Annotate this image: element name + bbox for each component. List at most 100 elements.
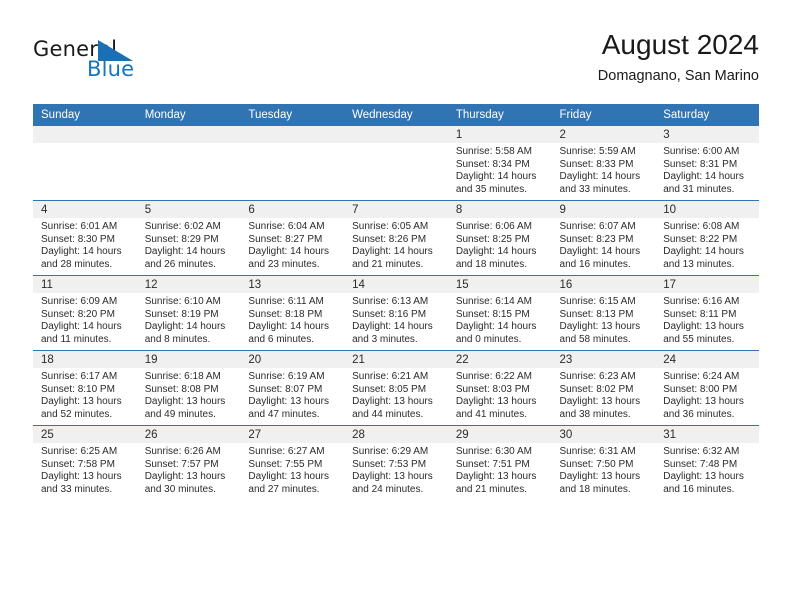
calendar-day-cell-empty	[136, 126, 241, 201]
calendar-day-cell[interactable]: 15 Sunrise: 6:14 AM Sunset: 8:15 PM Dayligh…	[447, 275, 552, 351]
day-number	[344, 126, 448, 143]
sunset-time: Sunset: 8:07 PM	[248, 383, 323, 395]
calendar-day-cell[interactable]: 9 Sunrise: 6:07 AM Sunset: 8:23 PM Daylight…	[551, 200, 656, 276]
day-cell-inner: 14 Sunrise: 6:13 AM Sunset: 8:16 PM Dayligh…	[344, 276, 448, 350]
calendar-day-cell[interactable]: 1 Sunrise: 5:58 AM Sunset: 8:34 PM Daylight…	[447, 126, 552, 201]
daylight-duration-line2: and 33 minutes.	[559, 183, 631, 195]
calendar-day-cell[interactable]: 22 Sunrise: 6:22 AM Sunset: 8:03 PM Dayligh…	[447, 350, 552, 426]
daylight-duration-line1: Daylight: 13 hours	[455, 471, 537, 483]
calendar-day-cell[interactable]: 11 Sunrise: 6:09 AM Sunset: 8:20 PM Dayligh…	[33, 275, 137, 351]
calendar-day-cell[interactable]: 26 Sunrise: 6:26 AM Sunset: 7:57 PM Dayligh…	[136, 425, 241, 500]
day-number: 10	[655, 201, 759, 218]
sunset-time: Sunset: 8:08 PM	[144, 383, 219, 395]
calendar-day-cell[interactable]: 2 Sunrise: 5:59 AM Sunset: 8:33 PM Daylight…	[551, 126, 656, 201]
sunrise-time: Sunrise: 6:18 AM	[144, 371, 221, 382]
calendar-day-cell[interactable]: 17 Sunrise: 6:16 AM Sunset: 8:11 PM Dayligh…	[655, 275, 759, 351]
calendar-day-cell[interactable]: 29 Sunrise: 6:30 AM Sunset: 7:51 PM Dayligh…	[447, 425, 552, 500]
day-cell-inner: 29 Sunrise: 6:30 AM Sunset: 7:51 PM Dayligh…	[447, 426, 552, 500]
sunset-time: Sunset: 8:31 PM	[663, 158, 738, 170]
daylight-duration-line2: and 11 minutes.	[41, 333, 112, 345]
daylight-duration-line1: Daylight: 14 hours	[144, 321, 226, 333]
sunset-time: Sunset: 7:57 PM	[144, 458, 219, 470]
weekday-header-thursday: Thursday	[447, 104, 552, 126]
daylight-duration-line2: and 0 minutes.	[455, 333, 522, 345]
sunset-time: Sunset: 8:29 PM	[144, 233, 219, 245]
sunset-time: Sunset: 7:58 PM	[41, 458, 115, 470]
day-number	[33, 126, 137, 143]
daylight-duration-line2: and 26 minutes.	[144, 258, 216, 270]
day-number: 2	[551, 126, 656, 143]
sunrise-time: Sunrise: 6:15 AM	[559, 296, 636, 307]
day-number: 26	[136, 426, 241, 443]
day-cell-inner: 30 Sunrise: 6:31 AM Sunset: 7:50 PM Dayligh…	[551, 426, 656, 500]
day-cell-inner: 1 Sunrise: 5:58 AM Sunset: 8:34 PM Daylight…	[447, 126, 552, 200]
calendar-day-cell[interactable]: 6 Sunrise: 6:04 AM Sunset: 8:27 PM Daylight…	[240, 200, 345, 276]
day-number: 3	[655, 126, 759, 143]
sunset-time: Sunset: 8:34 PM	[455, 158, 530, 170]
calendar-day-cell[interactable]: 30 Sunrise: 6:31 AM Sunset: 7:50 PM Dayligh…	[551, 425, 656, 500]
title-block: August 2024 Domagnano, San Marino	[598, 28, 759, 86]
calendar-day-cell[interactable]: 14 Sunrise: 6:13 AM Sunset: 8:16 PM Dayligh…	[344, 275, 448, 351]
calendar-day-cell[interactable]: 21 Sunrise: 6:21 AM Sunset: 8:05 PM Dayligh…	[344, 350, 448, 426]
daylight-duration-line2: and 38 minutes.	[559, 408, 631, 420]
day-cell-inner: 6 Sunrise: 6:04 AM Sunset: 8:27 PM Daylight…	[240, 201, 345, 275]
daylight-duration-line1: Daylight: 14 hours	[248, 321, 330, 333]
calendar-day-cell[interactable]: 18 Sunrise: 6:17 AM Sunset: 8:10 PM Dayligh…	[33, 350, 137, 426]
daylight-duration-line1: Daylight: 14 hours	[352, 246, 433, 258]
sunrise-time: Sunrise: 6:31 AM	[559, 446, 636, 457]
calendar-day-cell[interactable]: 20 Sunrise: 6:19 AM Sunset: 8:07 PM Dayligh…	[240, 350, 345, 426]
calendar-week-row: 25 Sunrise: 6:25 AM Sunset: 7:58 PM Dayligh…	[33, 425, 759, 500]
day-cell-details: Sunrise: 6:07 AM Sunset: 8:23 PM Daylight:…	[552, 218, 656, 271]
day-cell-details: Sunrise: 6:17 AM Sunset: 8:10 PM Daylight:…	[33, 368, 137, 421]
day-cell-details: Sunrise: 6:29 AM Sunset: 7:53 PM Daylight:…	[344, 443, 448, 496]
calendar-day-cell[interactable]: 13 Sunrise: 6:11 AM Sunset: 8:18 PM Dayligh…	[240, 275, 345, 351]
day-number: 28	[344, 426, 448, 443]
weekday-header-saturday: Saturday	[655, 104, 759, 126]
daylight-duration-line2: and 27 minutes.	[248, 483, 320, 495]
day-cell-inner: 25 Sunrise: 6:25 AM Sunset: 7:58 PM Dayligh…	[33, 426, 137, 500]
calendar-day-cell[interactable]: 16 Sunrise: 6:15 AM Sunset: 8:13 PM Dayligh…	[551, 275, 656, 351]
calendar-day-cell[interactable]: 12 Sunrise: 6:10 AM Sunset: 8:19 PM Dayligh…	[136, 275, 241, 351]
day-cell-inner: 27 Sunrise: 6:27 AM Sunset: 7:55 PM Dayligh…	[240, 426, 345, 500]
day-cell-inner: 3 Sunrise: 6:00 AM Sunset: 8:31 PM Daylight…	[655, 126, 759, 200]
daylight-duration-line1: Daylight: 14 hours	[352, 321, 433, 333]
general-blue-logo[interactable]: General Blue	[33, 38, 163, 84]
daylight-duration-line1: Daylight: 13 hours	[455, 396, 537, 408]
calendar-day-cell[interactable]: 10 Sunrise: 6:08 AM Sunset: 8:22 PM Dayligh…	[655, 200, 759, 276]
day-cell-details: Sunrise: 6:26 AM Sunset: 7:57 PM Daylight:…	[137, 443, 241, 496]
daylight-duration-line1: Daylight: 14 hours	[248, 246, 330, 258]
day-cell-inner: 24 Sunrise: 6:24 AM Sunset: 8:00 PM Dayligh…	[655, 351, 759, 425]
calendar-day-cell[interactable]: 25 Sunrise: 6:25 AM Sunset: 7:58 PM Dayligh…	[33, 425, 137, 500]
day-cell-details: Sunrise: 6:16 AM Sunset: 8:11 PM Daylight:…	[655, 293, 759, 346]
calendar-day-cell[interactable]: 8 Sunrise: 6:06 AM Sunset: 8:25 PM Daylight…	[447, 200, 552, 276]
calendar-day-cell[interactable]: 31 Sunrise: 6:32 AM Sunset: 7:48 PM Dayligh…	[655, 425, 759, 500]
day-cell-details: Sunrise: 6:30 AM Sunset: 7:51 PM Daylight:…	[448, 443, 552, 496]
sunset-time: Sunset: 8:18 PM	[248, 308, 323, 320]
calendar-day-cell[interactable]: 3 Sunrise: 6:00 AM Sunset: 8:31 PM Daylight…	[655, 126, 759, 201]
day-number: 18	[33, 351, 137, 368]
daylight-duration-line2: and 21 minutes.	[455, 483, 527, 495]
day-cell-details: Sunrise: 6:11 AM Sunset: 8:18 PM Daylight:…	[240, 293, 344, 346]
calendar-day-cell[interactable]: 5 Sunrise: 6:02 AM Sunset: 8:29 PM Daylight…	[136, 200, 241, 276]
sunset-time: Sunset: 7:53 PM	[352, 458, 427, 470]
calendar-day-cell[interactable]: 4 Sunrise: 6:01 AM Sunset: 8:30 PM Daylight…	[33, 200, 137, 276]
day-cell-details: Sunrise: 6:25 AM Sunset: 7:58 PM Daylight:…	[33, 443, 137, 496]
day-cell-details: Sunrise: 6:08 AM Sunset: 8:22 PM Daylight:…	[655, 218, 759, 271]
calendar-day-cell[interactable]: 23 Sunrise: 6:23 AM Sunset: 8:02 PM Dayligh…	[551, 350, 656, 426]
daylight-duration-line2: and 18 minutes.	[559, 483, 631, 495]
day-cell-inner: 18 Sunrise: 6:17 AM Sunset: 8:10 PM Dayligh…	[33, 351, 137, 425]
calendar-day-cell[interactable]: 28 Sunrise: 6:29 AM Sunset: 7:53 PM Dayligh…	[344, 425, 448, 500]
daylight-duration-line2: and 24 minutes.	[352, 483, 424, 495]
calendar-day-cell[interactable]: 27 Sunrise: 6:27 AM Sunset: 7:55 PM Dayligh…	[240, 425, 345, 500]
sunrise-time: Sunrise: 6:01 AM	[41, 221, 118, 232]
day-cell-inner: 13 Sunrise: 6:11 AM Sunset: 8:18 PM Dayligh…	[240, 276, 345, 350]
calendar-day-cell[interactable]: 19 Sunrise: 6:18 AM Sunset: 8:08 PM Dayligh…	[136, 350, 241, 426]
calendar-day-cell[interactable]: 24 Sunrise: 6:24 AM Sunset: 8:00 PM Dayligh…	[655, 350, 759, 426]
sunset-time: Sunset: 8:03 PM	[455, 383, 530, 395]
daylight-duration-line1: Daylight: 13 hours	[352, 396, 433, 408]
daylight-duration-line1: Daylight: 13 hours	[248, 396, 330, 408]
sunrise-time: Sunrise: 5:59 AM	[559, 146, 636, 157]
calendar-day-cell[interactable]: 7 Sunrise: 6:05 AM Sunset: 8:26 PM Daylight…	[344, 200, 448, 276]
calendar-day-cell-empty	[344, 126, 448, 201]
daylight-duration-line2: and 33 minutes.	[41, 483, 113, 495]
